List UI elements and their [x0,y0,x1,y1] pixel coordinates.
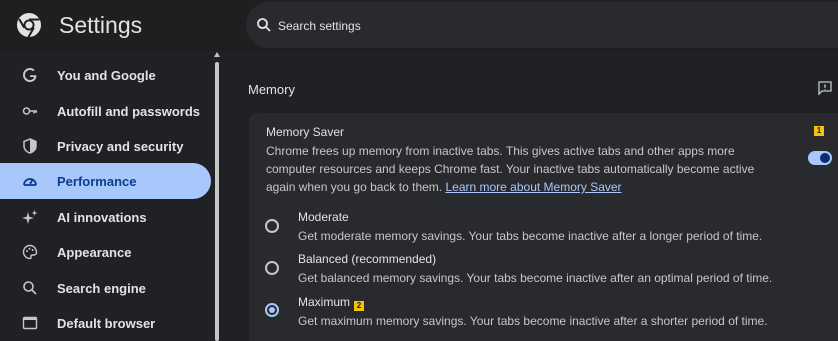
sidebar-item-you-and-google[interactable]: You and Google [0,57,211,93]
sidebar-item-default-browser[interactable]: Default browser [0,305,211,341]
sidebar-item-performance[interactable]: Performance [0,163,211,199]
toggle-knob [820,153,830,163]
shield-icon [23,138,37,154]
sidebar-item-label: Privacy and security [57,138,184,154]
sidebar-item-appearance[interactable]: Appearance [0,234,211,270]
speedometer-icon [23,178,37,186]
search-bar[interactable] [246,2,838,48]
sidebar-item-label: Performance [57,173,137,189]
option-label-balanced: Balanced (recommended) [298,252,437,266]
card-title: Memory Saver [266,125,345,139]
sidebar-item-label: You and Google [57,67,156,83]
search-input[interactable] [276,16,680,36]
feedback-icon[interactable] [817,80,833,96]
chrome-logo-icon [17,13,41,38]
section-title: Memory [248,82,295,97]
google-g-icon [23,68,37,82]
palette-icon [22,244,38,260]
key-icon [22,107,37,115]
sidebar-item-privacy-and-security[interactable]: Privacy and security [0,128,211,164]
annotation-marker: 1 [814,126,824,136]
card-description: Chrome frees up memory from inactive tab… [266,142,786,196]
scrollbar-thumb[interactable] [215,62,219,341]
sparkle-icon [22,210,38,224]
sidebar-item-search-engine[interactable]: Search engine [0,270,211,306]
header: Settings [0,0,838,52]
radio-moderate[interactable] [265,219,279,233]
option-desc-maximum: Get maximum memory savings. Your tabs be… [298,314,768,328]
option-desc-balanced: Get balanced memory savings. Your tabs b… [298,271,773,285]
sidebar-item-label: AI innovations [57,209,147,225]
memory-saver-toggle[interactable] [808,151,832,165]
sidebar-item-label: Autofill and passwords [57,103,201,119]
radio-balanced[interactable] [265,261,279,275]
option-label-maximum: Maximum [298,295,351,309]
sidebar-item-ai-innovations[interactable]: AI innovations [0,199,211,235]
search-icon [23,281,37,295]
search-icon [257,18,271,32]
option-label-moderate: Moderate [298,210,349,224]
page-title: Settings [59,12,143,38]
sidebar-item-label: Search engine [57,280,146,296]
learn-more-link[interactable]: Learn more about Memory Saver [445,180,621,194]
browser-window-icon [22,316,38,330]
sidebar: You and Google Autofill and passwords Pr… [0,57,220,341]
sidebar-item-label: Appearance [57,244,132,260]
sidebar-item-label: Default browser [57,315,156,331]
sidebar-item-autofill-and-passwords[interactable]: Autofill and passwords [0,93,211,129]
annotation-marker: 2 [354,301,364,311]
radio-maximum[interactable] [265,303,279,317]
sidebar-scrollbar[interactable] [214,52,220,341]
option-desc-moderate: Get moderate memory savings. Your tabs b… [298,229,763,243]
scroll-up-arrow-icon[interactable] [214,52,220,57]
